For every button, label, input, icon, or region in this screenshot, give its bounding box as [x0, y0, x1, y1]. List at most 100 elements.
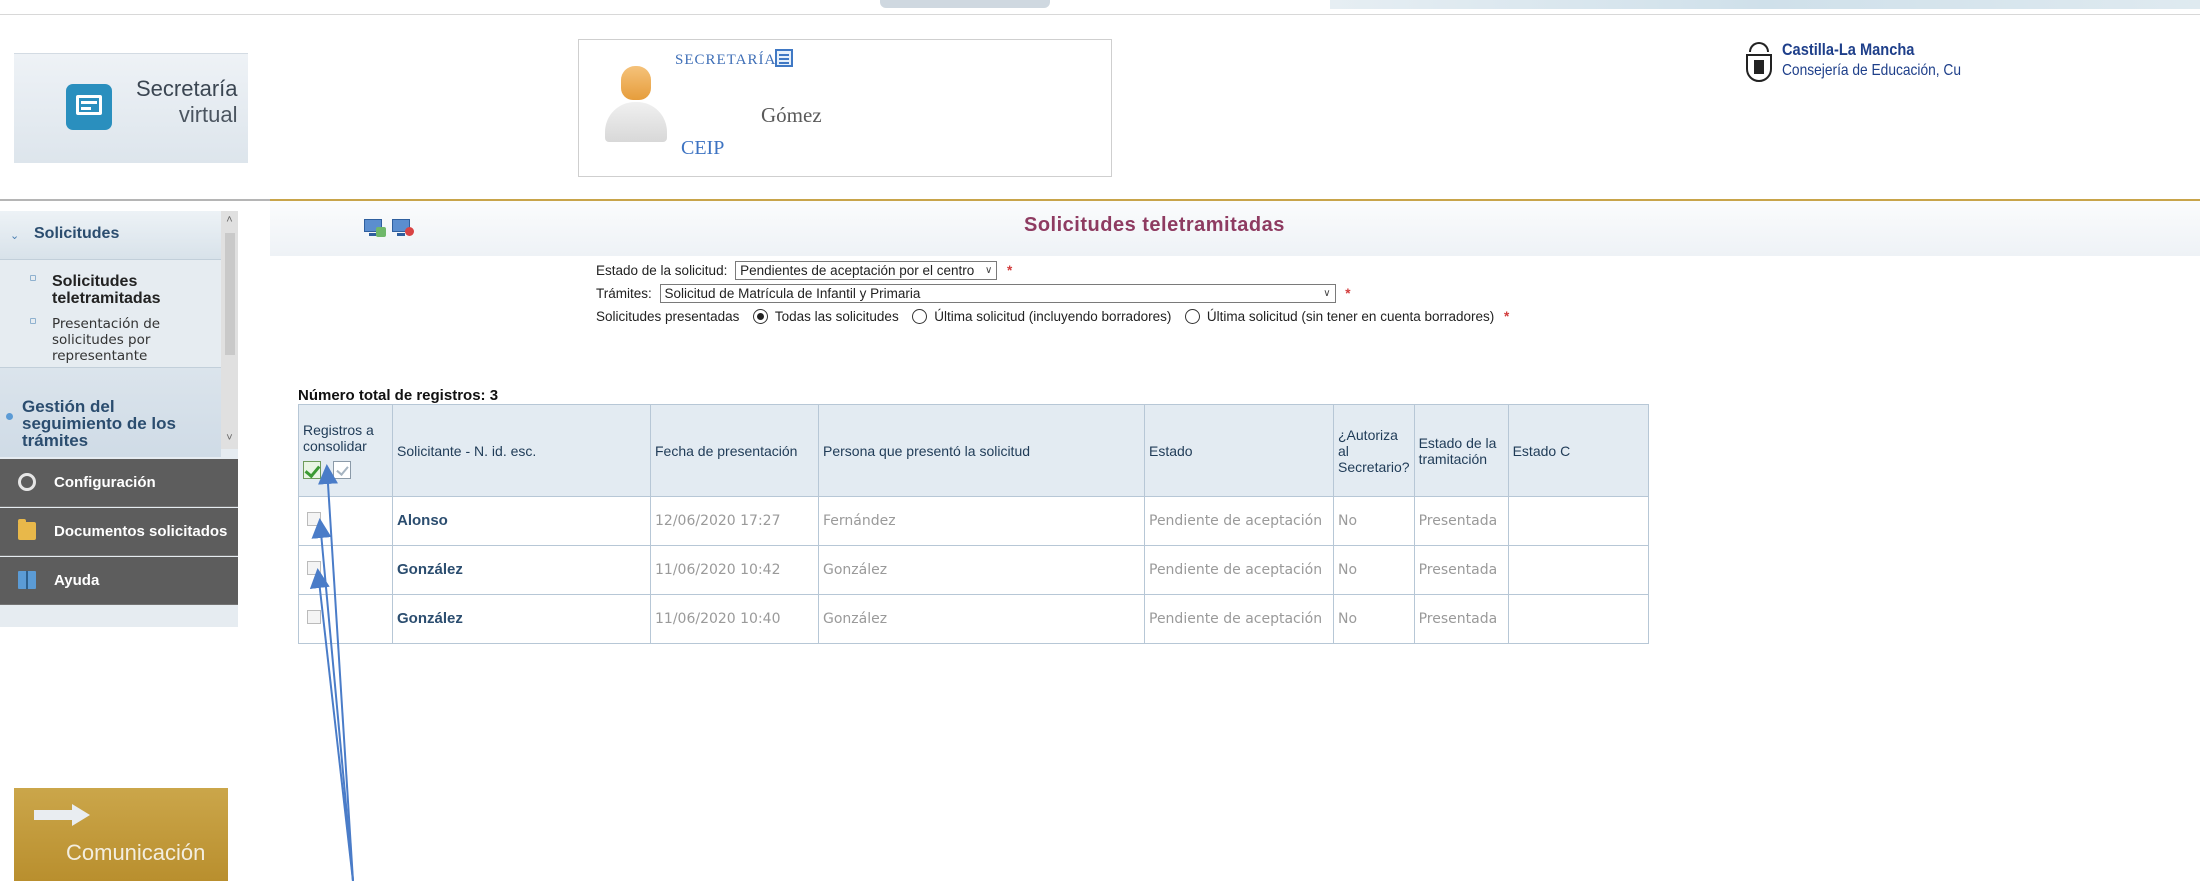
autoriza-cell: No: [1333, 594, 1415, 644]
radio-ultima-borradores[interactable]: [912, 308, 928, 324]
estado-cell: Pendiente de aceptación: [1144, 545, 1334, 595]
column-header-estado-tramitacion[interactable]: Estado de la tramitación: [1413, 404, 1509, 497]
chevron-down-icon: ∨: [984, 265, 993, 276]
user-info-box: SECRETARÍA Gómez CEIP: [578, 39, 1112, 177]
fecha-cell: 11/06/2020 10:40: [650, 594, 819, 644]
banner-decoration: [880, 0, 1050, 8]
scroll-down-icon[interactable]: ˅: [224, 433, 235, 444]
logo-line-1: Secretaría: [136, 76, 238, 101]
persona-cell: González: [818, 545, 1145, 595]
select-all-icon[interactable]: [303, 460, 321, 479]
user-avatar-icon: [601, 64, 671, 144]
solicitante-name: Alonso: [397, 512, 448, 530]
column-header-fecha[interactable]: Fecha de presentación: [650, 404, 819, 497]
select-value: Solicitud de Matrícula de Infantil y Pri…: [664, 286, 921, 301]
filter-label: Estado de la solicitud:: [596, 263, 728, 278]
folder-icon: [18, 519, 36, 540]
column-header-solicitante[interactable]: Solicitante - N. id. esc.: [392, 404, 651, 497]
table-row[interactable]: Alonso 12/06/2020 17:27 Fernández Pendie…: [298, 496, 1649, 546]
top-banner-strip: [0, 0, 2200, 14]
solicitante-cell[interactable]: González: [392, 545, 651, 595]
sidebar-item-label: Ayuda: [54, 572, 100, 589]
monitor-icon[interactable]: [364, 219, 386, 237]
tramitacion-cell: Presentada: [1413, 496, 1509, 546]
filter-tramites-row: Trámites: Solicitud de Matrícula de Infa…: [596, 284, 1351, 306]
coat-of-arms-icon: [1746, 42, 1772, 84]
sidebar-item-ayuda[interactable]: Ayuda: [0, 557, 238, 605]
comunicacion-button[interactable]: Comunicación: [14, 788, 228, 881]
row-checkbox-cell: [298, 545, 393, 595]
sidebar: ⌄ Solicitudes Solicitudes teletramitadas…: [0, 201, 270, 881]
solicitante-name: González: [397, 610, 463, 628]
column-header-estado[interactable]: Estado: [1144, 404, 1334, 497]
secretaria-logo-icon: [66, 84, 112, 130]
consolidate-icon[interactable]: [333, 460, 351, 479]
requests-table: Registros a consolidar Solicitante - N. …: [298, 404, 1649, 644]
column-header-autoriza[interactable]: ¿Autoriza al Secretario?: [1333, 404, 1415, 497]
persona-cell: González: [818, 594, 1145, 644]
autoriza-cell: No: [1333, 496, 1415, 546]
sidebar-item-documentos-solicitados[interactable]: Documentos solicitados: [0, 508, 238, 556]
column-header-persona[interactable]: Persona que presentó la solicitud: [818, 404, 1145, 497]
redaction: [893, 611, 1114, 627]
sidebar-item-label: Solicitudes teletramitadas: [52, 273, 161, 307]
fecha-cell: 12/06/2020 17:27: [650, 496, 819, 546]
redaction: [468, 562, 619, 579]
section-label: Solicitudes: [34, 225, 120, 242]
estado-extra-cell: [1507, 545, 1649, 595]
persona-name: González: [823, 562, 888, 578]
sidebar-item-configuracion[interactable]: Configuración: [0, 459, 238, 507]
required-marker: *: [1007, 263, 1013, 278]
column-header-registros: Registros a consolidar: [298, 404, 393, 497]
row-checkbox[interactable]: [307, 610, 321, 624]
row-checkbox[interactable]: [307, 561, 321, 575]
estado-extra-cell: [1507, 594, 1649, 644]
scroll-up-icon[interactable]: ˄: [224, 215, 235, 226]
sidebar-menu: ⌄ Solicitudes Solicitudes teletramitadas…: [0, 211, 238, 627]
table-row[interactable]: González 11/06/2020 10:40 González Pendi…: [298, 594, 1649, 644]
tramitacion-cell: Presentada: [1413, 545, 1509, 595]
sidebar-item-gestion-seguimiento[interactable]: Gestión del seguimiento de los trámites: [0, 367, 221, 457]
sidebar-section-solicitudes[interactable]: ⌄ Solicitudes: [0, 211, 221, 260]
jccm-brand: Castilla-La Mancha Consejería de Educaci…: [1746, 40, 2200, 90]
sidebar-item-label: Gestión del seguimiento de los trámites: [22, 397, 176, 450]
page-title: Solicitudes teletramitadas: [1024, 214, 1285, 236]
header-label: Registros a consolidar: [303, 422, 374, 455]
radio-ultima-sin-borradores[interactable]: [1185, 308, 1201, 324]
filter-estado-row: Estado de la solicitud: Pendientes de ac…: [596, 261, 1012, 283]
bullet-icon: [6, 413, 13, 420]
column-header-estado-extra[interactable]: Estado C: [1507, 404, 1649, 497]
secretaria-virtual-logo[interactable]: Secretaría virtual: [14, 53, 248, 163]
arrow-icon: [34, 804, 94, 826]
sidebar-item-label: Configuración: [54, 474, 156, 491]
sidebar-item-label: Presentación de solicitudes por represen…: [52, 316, 161, 364]
redaction: [901, 513, 1122, 529]
row-checkbox-cell: [298, 496, 393, 546]
table-row[interactable]: González 11/06/2020 10:42 González Pendi…: [298, 545, 1649, 595]
chevron-down-icon: ∨: [1323, 288, 1331, 299]
banner-decoration: [1330, 0, 2200, 9]
radio-todas[interactable]: [753, 308, 769, 324]
chevron-down-icon: ⌄: [10, 230, 20, 242]
redaction: [893, 562, 1114, 578]
estado-cell: Pendiente de aceptación: [1144, 594, 1334, 644]
required-marker: *: [1345, 286, 1351, 301]
document-icon[interactable]: [775, 49, 793, 67]
scrollbar-thumb[interactable]: [225, 233, 235, 355]
tramites-select[interactable]: Solicitud de Matrícula de Infantil y Pri…: [659, 284, 1336, 303]
estado-extra-cell: [1507, 496, 1649, 546]
estado-select[interactable]: Pendientes de aceptación por el centro ∨: [735, 261, 998, 280]
monitor-remove-icon[interactable]: [392, 219, 414, 237]
solicitante-name: González: [397, 561, 463, 579]
redaction: [468, 611, 619, 628]
estado-cell: Pendiente de aceptación: [1144, 496, 1334, 546]
sidebar-scrollbar[interactable]: ˄ ˅: [221, 211, 238, 449]
page-root: { "header": { "logo": { "line1": "Secret…: [0, 0, 2200, 881]
filter-label: Trámites:: [596, 286, 652, 301]
row-checkbox[interactable]: [307, 512, 321, 526]
user-role: SECRETARÍA: [675, 52, 777, 68]
radio-label: Última solicitud (incluyendo borradores): [934, 308, 1172, 324]
solicitante-cell[interactable]: Alonso: [392, 496, 651, 546]
solicitante-cell[interactable]: González: [392, 594, 651, 644]
persona-cell: Fernández: [818, 496, 1145, 546]
